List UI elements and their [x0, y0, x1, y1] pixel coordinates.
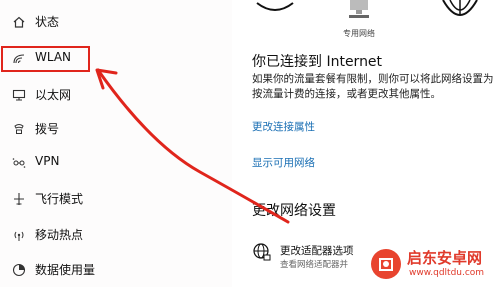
status-title: 你已连接到 Internet: [252, 54, 383, 70]
wlan-highlight-box: [1, 46, 90, 72]
data-usage-icon: [12, 263, 26, 277]
sidebar-item-vpn[interactable]: VPN: [0, 148, 232, 178]
watermark-url: www.qdltdu.com: [409, 268, 485, 278]
sidebar-item-label: 以太网: [35, 88, 72, 102]
sidebar-item-label: VPN: [35, 154, 60, 168]
watermark-name: 启东安卓网: [407, 249, 483, 267]
sidebar-item-dialup[interactable]: 拨号: [0, 114, 232, 144]
watermark: 启东安卓网 www.qdltdu.com: [367, 245, 497, 285]
sidebar-item-label: 拨号: [35, 122, 60, 136]
phone-icon: [12, 122, 26, 136]
sidebar-item-label: 移动热点: [35, 228, 84, 242]
home-icon: [12, 15, 26, 29]
settings-sidebar: 状态 WLAN 以太网 拨号 VPN 飞行模式 移动热点 数据使用量: [0, 0, 232, 287]
globe-adapter-icon: [252, 242, 272, 266]
wifi-signal-icon: [255, 0, 295, 19]
adapter-options-title: 更改适配器选项: [280, 245, 354, 257]
ethernet-icon: [12, 88, 26, 102]
network-type-caption: 专用网络: [343, 29, 375, 38]
sidebar-item-label: 飞行模式: [35, 192, 84, 206]
sidebar-item-data-usage[interactable]: 数据使用量: [0, 255, 232, 285]
airplane-icon: [12, 192, 26, 206]
globe-icon: [440, 0, 480, 22]
watermark-logo-icon: [369, 247, 403, 285]
sidebar-item-hotspot[interactable]: 移动热点: [0, 220, 232, 250]
hotspot-icon: [12, 228, 26, 242]
sidebar-item-status[interactable]: 状态: [0, 7, 232, 37]
sidebar-item-label: 数据使用量: [35, 263, 96, 277]
sidebar-item-airplane[interactable]: 飞行模式: [0, 184, 232, 214]
sidebar-item-label: 状态: [35, 15, 60, 29]
change-network-settings-heading: 更改网络设置: [252, 203, 336, 219]
change-connection-properties-link[interactable]: 更改连接属性: [252, 119, 315, 134]
adapter-options-subtitle: 查看网络适配器并: [280, 260, 349, 270]
sidebar-item-ethernet[interactable]: 以太网: [0, 80, 232, 110]
show-available-networks-link[interactable]: 显示可用网络: [252, 155, 315, 170]
vpn-icon: [12, 156, 26, 170]
status-description: 如果你的流量套餐有限制，则你可以将此网络设置为按流量计费的连接，或者更改其他属性…: [252, 73, 494, 100]
